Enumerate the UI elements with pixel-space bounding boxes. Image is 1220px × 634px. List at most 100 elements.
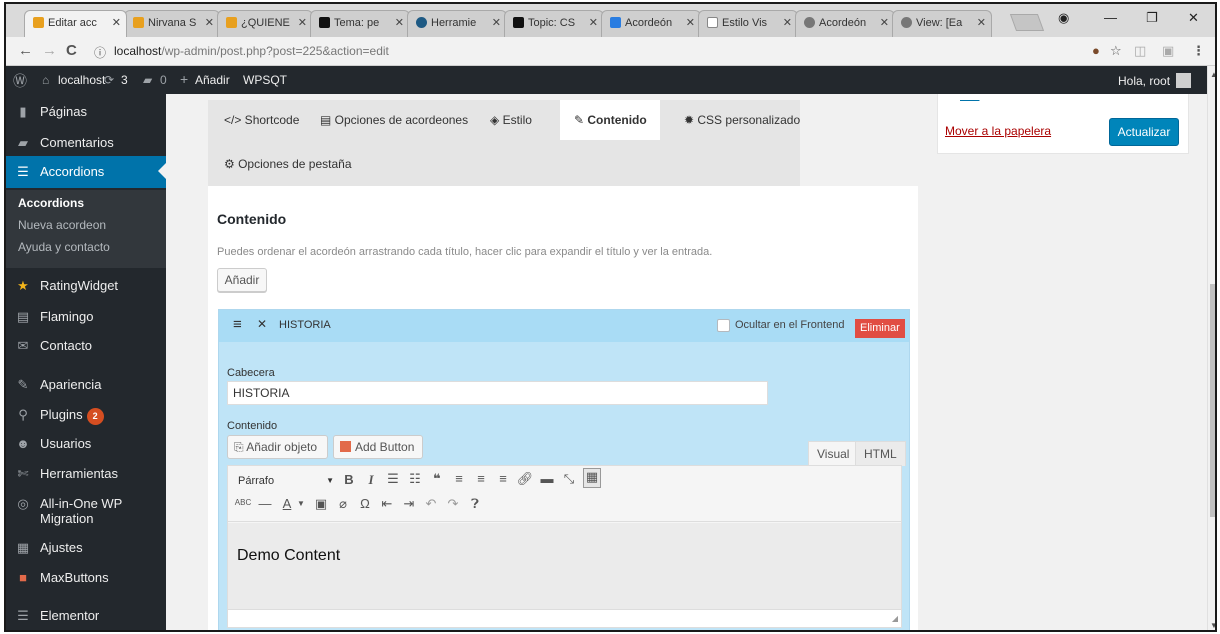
special-character-icon[interactable]: Ω [356,496,374,511]
tab-visual[interactable]: Visual [808,441,859,466]
comments-count[interactable]: 0 [160,73,167,87]
add-media-button[interactable]: ⎘ Añadir objeto [227,435,328,459]
close-tab-icon[interactable]: ✕ [686,16,695,29]
accordion-item-header[interactable]: ≡ ✕ HISTORIA Ocultar en el Frontend Elim… [219,310,909,342]
scroll-down-icon[interactable]: ▼ [1210,621,1215,630]
sidebar-item-accordions[interactable]: ☰ Accordions [6,156,166,188]
editor-content-area[interactable]: Demo Content [228,523,901,609]
resize-handle-icon[interactable]: ◢ [892,614,898,623]
redo-icon[interactable]: ↷ [444,496,462,512]
tab-opciones-de-pestana[interactable]: ⚙ Opciones de pestaña [218,144,358,184]
sidebar-item-all-in-one-wp-migration[interactable]: ◎ All-in-One WP Migration [6,489,166,529]
scrollbar-thumb[interactable] [1210,284,1215,517]
toolbar-toggle-icon[interactable]: ▦ [583,468,601,488]
bookmark-star-icon[interactable]: ☆ [1110,43,1122,59]
submenu-item-accordions[interactable]: Accordions [18,196,84,210]
close-tab-icon[interactable]: ✕ [112,16,121,29]
home-icon[interactable]: ⌂ [42,73,49,87]
browser-tab[interactable]: Editar acc ✕ [24,10,127,37]
delete-item-button[interactable]: Eliminar [855,319,905,338]
sidebar-item-ajustes[interactable]: ▦ Ajustes [6,533,166,563]
account-menu[interactable]: Hola, root [1118,73,1192,88]
close-tab-icon[interactable]: ✕ [205,16,214,29]
extension-icon[interactable]: ● [1092,43,1100,58]
forward-icon[interactable]: → [42,42,57,59]
updates-icon[interactable]: ⟳ [104,73,114,87]
bullet-list-icon[interactable]: ☰ [384,471,402,487]
undo-icon[interactable]: ↶ [422,496,440,512]
chevron-down-icon[interactable]: ▼ [292,499,310,508]
hide-frontend-label[interactable]: Ocultar en el Frontend [735,319,844,331]
sidebar-item-plugins[interactable]: ⚲ Plugins 2 [6,400,166,430]
sidebar-item-flamingo[interactable]: ▤ Flamingo [6,302,166,332]
tab-estilo[interactable]: ◈ Estilo [490,100,556,140]
browser-tab[interactable]: Herramie ✕ [407,10,507,37]
blockquote-icon[interactable]: ❝ [428,471,446,487]
tab-opciones-de-acordeones[interactable]: ▤ Opciones de acordeones [320,100,478,140]
browser-tab[interactable]: Nirvana S ✕ [124,10,220,37]
link-icon[interactable]: 🔗︎ [516,471,534,487]
close-tab-icon[interactable]: ✕ [589,16,598,29]
format-select[interactable]: Párrafo ▼ [238,471,334,491]
browser-tab[interactable]: Tema: pe ✕ [310,10,410,37]
wordpress-logo-icon[interactable]: Ⓦ [13,71,27,91]
paste-text-icon[interactable]: ▣ [312,496,330,512]
tab-shortcode[interactable]: </> Shortcode [218,100,308,140]
align-left-icon[interactable]: ≡ [450,471,468,486]
tab-html[interactable]: HTML [855,441,906,466]
close-tab-icon[interactable]: ✕ [492,16,501,29]
strikethrough-icon[interactable]: ABC [234,498,252,507]
extension-icon[interactable]: ◫ [1134,43,1146,59]
comments-icon[interactable]: ▰ [143,73,152,87]
sidebar-item-herramientas[interactable]: ✄ Herramientas [6,459,166,489]
horizontal-line-icon[interactable]: — [256,496,274,511]
add-accordion-button[interactable]: Añadir [217,268,267,292]
sidebar-item-contacto[interactable]: ✉ Contacto [6,331,166,361]
browser-tab[interactable]: Estilo Vis ✕ [698,10,798,37]
sidebar-item-elementor[interactable]: ☰ Elementor [6,601,166,630]
sidebar-item-paginas[interactable]: ▮ Páginas [6,97,166,127]
sidebar-item-usuarios[interactable]: ☻ Usuarios [6,429,166,459]
close-tab-icon[interactable]: ✕ [880,16,889,29]
bold-icon[interactable]: B [340,472,358,487]
new-tab-button[interactable] [1009,14,1045,31]
submenu-item-nueva-acordeon[interactable]: Nueva acordeon [18,218,106,232]
help-icon[interactable]: ❓︎ [466,496,484,512]
close-tab-icon[interactable]: ✕ [783,16,792,29]
italic-icon[interactable]: I [362,472,380,488]
close-tab-icon[interactable]: ✕ [298,16,307,29]
browser-tab[interactable]: View: [Ea ✕ [892,10,992,37]
browser-tab[interactable]: ¿QUIENE ✕ [217,10,313,37]
indent-icon[interactable]: ⇥ [400,496,418,512]
more-tag-icon[interactable]: ▬ [538,471,556,486]
header-input[interactable]: HISTORIA [227,381,768,405]
sidebar-item-ratingwidget[interactable]: ★ RatingWidget [6,271,166,301]
info-icon[interactable]: ⓘ [94,44,106,61]
align-center-icon[interactable]: ≡ [472,471,490,486]
browser-tab[interactable]: Acordeón ✕ [795,10,895,37]
close-window-icon[interactable]: ✕ [1188,10,1199,26]
drag-handle-icon[interactable]: ≡ [233,316,242,333]
browser-tab[interactable]: Acordeón ✕ [601,10,701,37]
profile-icon[interactable]: ◉ [1058,10,1069,26]
sidebar-item-maxbuttons[interactable]: ■ MaxButtons [6,563,166,593]
sidebar-item-comentarios[interactable]: ▰ Comentarios [6,128,166,158]
new-content-link[interactable]: Añadir [195,73,230,87]
clear-formatting-icon[interactable]: ⌀ [334,496,352,512]
menu-icon[interactable]: ⋮ [1192,43,1205,59]
hide-frontend-checkbox[interactable] [717,319,730,332]
site-name-link[interactable]: localhost [58,73,105,87]
align-right-icon[interactable]: ≡ [494,471,512,486]
outdent-icon[interactable]: ⇤ [378,496,396,512]
tab-css-personalizado[interactable]: ✹ CSS personalizado [674,100,800,140]
tab-contenido[interactable]: ✎ Contenido [560,100,660,140]
close-tab-icon[interactable]: ✕ [977,16,986,29]
wpsqt-link[interactable]: WPSQT [243,73,287,87]
add-maxbutton-button[interactable]: Add Button [333,435,423,459]
back-icon[interactable]: ← [18,42,33,59]
extension-icon[interactable]: ▣ [1162,43,1174,59]
collapse-icon[interactable]: ✕ [257,317,267,331]
page-scrollbar[interactable]: ▲ ▼ [1207,66,1215,630]
submenu-item-ayuda[interactable]: Ayuda y contacto [18,240,110,254]
browser-tab[interactable]: Topic: CS ✕ [504,10,604,37]
